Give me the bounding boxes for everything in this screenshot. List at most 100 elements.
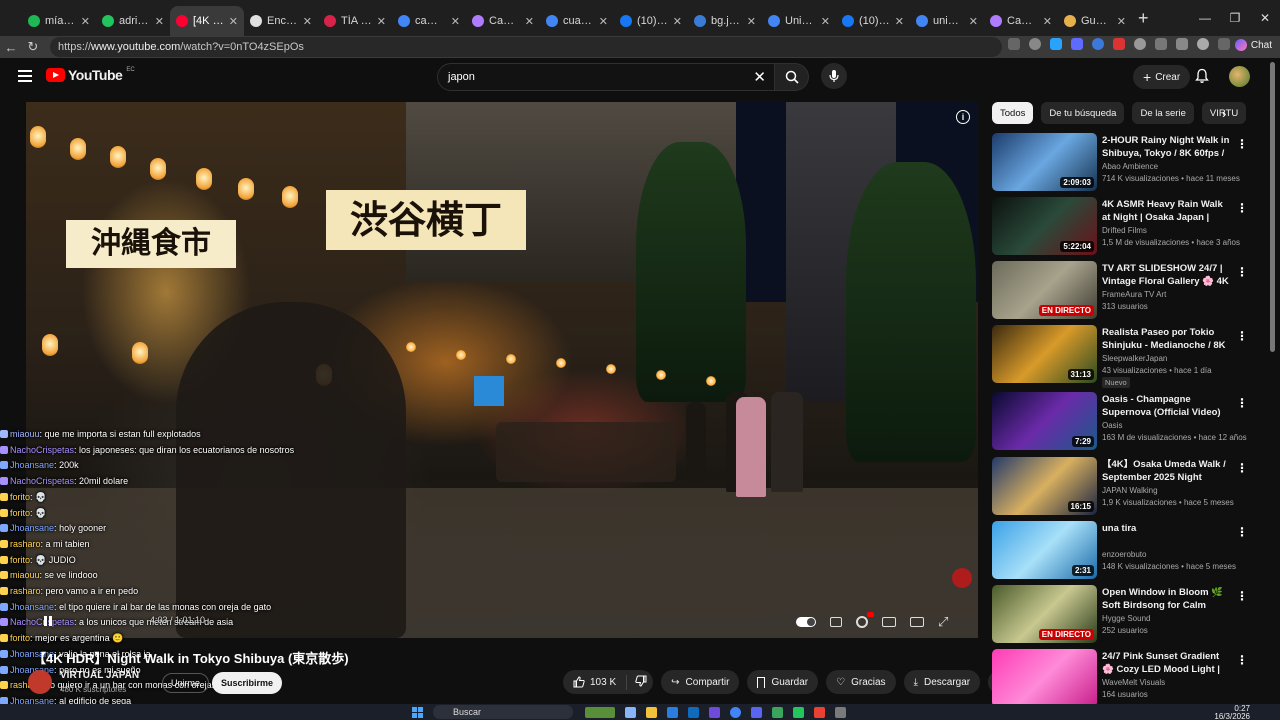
chat-username[interactable]: rasharo	[10, 539, 41, 549]
chat-button[interactable]: Chat	[1234, 39, 1272, 51]
video-thumbnail[interactable]: EN DIRECTO	[992, 585, 1097, 643]
recommended-channel[interactable]: enzoerobuto	[1102, 550, 1146, 559]
kebab-menu-icon[interactable]: ⋮	[1236, 265, 1248, 279]
tab-close-icon[interactable]: ✕	[895, 15, 904, 28]
browser-tab[interactable]: adrianmts ✕	[96, 6, 170, 36]
chat-username[interactable]: forito	[10, 633, 30, 643]
taskbar-clock[interactable]: 0:27 16/3/2026	[1214, 705, 1250, 720]
video-thumbnail[interactable]: 16:15	[992, 457, 1097, 515]
recommended-title[interactable]: Realista Paseo por Tokio Shinjuku - Medi…	[1102, 327, 1230, 352]
join-button[interactable]: Unirme	[162, 673, 210, 693]
browser-tab[interactable]: cambridge ✕	[392, 6, 466, 36]
tab-close-icon[interactable]: ✕	[303, 15, 312, 28]
recommended-title[interactable]: Open Window in Bloom 🌿 Soft Birdsong for…	[1102, 587, 1230, 612]
tab-close-icon[interactable]: ✕	[377, 15, 386, 28]
info-icon[interactable]: i	[956, 110, 970, 124]
recommended-channel[interactable]: Drifted Films	[1102, 226, 1147, 235]
tab-close-icon[interactable]: ✕	[821, 15, 830, 28]
avatar[interactable]	[1229, 66, 1250, 87]
taskbar-search[interactable]: Buscar	[433, 705, 573, 719]
cast-icon[interactable]	[910, 617, 924, 627]
recommended-channel[interactable]: JAPAN Walking	[1102, 486, 1158, 495]
recommended-video[interactable]: 24/7 Pink Sunset Gradient 🌸 Cozy LED Moo…	[992, 649, 1262, 709]
chat-username[interactable]: forito	[10, 508, 30, 518]
kebab-menu-icon[interactable]: ⋮	[1236, 589, 1248, 603]
recommended-video[interactable]: EN DIRECTO Open Window in Bloom 🌿 Soft Bi…	[992, 585, 1262, 645]
tab-close-icon[interactable]: ✕	[451, 15, 460, 28]
video-thumbnail[interactable]: 7:29	[992, 392, 1097, 450]
filter-chip[interactable]: De tu búsqueda	[1041, 102, 1125, 124]
widget-icon[interactable]	[585, 707, 615, 718]
chat-username[interactable]: NachoCrispetas	[10, 476, 74, 486]
new-tab-button[interactable]: +	[1138, 8, 1149, 29]
menu-icon[interactable]	[18, 70, 32, 82]
star-icon[interactable]	[1029, 38, 1041, 50]
chat-username[interactable]: forito	[10, 492, 30, 502]
chat-username[interactable]: rasharo	[10, 586, 41, 596]
extension-blue-icon[interactable]	[1050, 38, 1062, 50]
discord-icon[interactable]	[751, 707, 762, 718]
video-thumbnail[interactable]: EN DIRECTO	[992, 261, 1097, 319]
recommended-video[interactable]: EN DIRECTO TV ART SLIDESHOW 24/7 | Vintag…	[992, 261, 1262, 321]
channel-avatar[interactable]	[28, 670, 52, 694]
url-field[interactable]: https://www.youtube.com/watch?v=0nTO4zSE…	[50, 37, 1002, 57]
recommended-title[interactable]: 【4K】Osaka Umeda Walk / September 2025 Ni…	[1102, 459, 1230, 484]
miniplayer-icon[interactable]	[882, 617, 896, 627]
settings-icon[interactable]	[856, 612, 874, 628]
recommended-video[interactable]: 2:31 una tira enzoerobuto 148 K visualizaci…	[992, 521, 1262, 581]
puzzle-icon[interactable]	[1155, 38, 1167, 50]
kebab-menu-icon[interactable]: ⋮	[1236, 525, 1248, 539]
dislike-button[interactable]	[626, 674, 647, 690]
recommended-channel[interactable]: Abao Ambience	[1102, 162, 1158, 171]
browser-tab[interactable]: Universidad ✕	[762, 6, 836, 36]
like-button[interactable]: 103 K	[573, 676, 616, 688]
download-icon[interactable]	[1176, 38, 1188, 50]
recommended-video[interactable]: 2:09:03 2-HOUR Rainy Night Walk in Shibuy…	[992, 133, 1262, 193]
task-view-icon[interactable]	[625, 707, 636, 718]
recommended-channel[interactable]: FrameAura TV Art	[1102, 290, 1166, 299]
recommended-title[interactable]: 4K ASMR Heavy Rain Walk at Night | Osaka…	[1102, 199, 1230, 224]
recommended-title[interactable]: una tira	[1102, 523, 1230, 536]
search-input[interactable]: japon ✕	[437, 63, 775, 91]
recommended-video[interactable]: 5:22:04 4K ASMR Heavy Rain Walk at Night …	[992, 197, 1262, 257]
save-button[interactable]: Guardar	[747, 670, 819, 694]
tab-close-icon[interactable]: ✕	[673, 15, 682, 28]
app-icon[interactable]	[709, 707, 720, 718]
subscribe-button[interactable]: Suscribirme	[212, 672, 283, 694]
voice-search-button[interactable]	[821, 63, 847, 89]
chat-username[interactable]: miaouu	[10, 570, 40, 580]
recommended-channel[interactable]: Oasis	[1102, 421, 1122, 430]
store-icon[interactable]	[688, 707, 699, 718]
kebab-menu-icon[interactable]: ⋮	[1236, 461, 1248, 475]
recommended-title[interactable]: 24/7 Pink Sunset Gradient 🌸 Cozy LED Moo…	[1102, 651, 1230, 676]
tab-close-icon[interactable]: ✕	[229, 15, 238, 28]
media-icon[interactable]	[793, 707, 804, 718]
youtube-logo[interactable]: YouTube EC	[46, 67, 135, 83]
browser-tab[interactable]: TÍA - Al Dí ✕	[318, 6, 392, 36]
download-button[interactable]: ⤓ Descargar	[903, 670, 981, 694]
chat-username[interactable]: Jhoansane	[10, 460, 54, 470]
profile-icon[interactable]	[1197, 38, 1209, 50]
kebab-menu-icon[interactable]: ⋮	[1236, 329, 1248, 343]
chat-username[interactable]: forito	[10, 555, 30, 565]
recommended-video[interactable]: 16:15 【4K】Osaka Umeda Walk / September 20…	[992, 457, 1262, 517]
chat-username[interactable]: NachoCrispetas	[10, 617, 74, 627]
maximize-icon[interactable]: ❐	[1220, 0, 1250, 36]
chat-username[interactable]: NachoCrispetas	[10, 445, 74, 455]
recommended-title[interactable]: TV ART SLIDESHOW 24/7 | Vintage Floral G…	[1102, 263, 1230, 288]
video-thumbnail[interactable]: 31:13	[992, 325, 1097, 383]
browser-tab[interactable]: universidad ✕	[910, 6, 984, 36]
extension-circle-icon[interactable]	[1092, 38, 1104, 50]
chat-username[interactable]: miaouu	[10, 429, 40, 439]
browser-tab[interactable]: (10) Faceb ✕	[836, 6, 910, 36]
recommended-channel[interactable]: SleepwalkerJapan	[1102, 354, 1167, 363]
tab-close-icon[interactable]: ✕	[1117, 15, 1126, 28]
minimize-icon[interactable]: —	[1190, 0, 1220, 36]
spotify-icon[interactable]	[772, 707, 783, 718]
kebab-menu-icon[interactable]: ⋮	[1236, 396, 1248, 410]
browser-tab[interactable]: Guess The ✕	[1058, 6, 1132, 36]
filter-chip[interactable]: De la serie	[1132, 102, 1194, 124]
share-button[interactable]: ↪ Compartir	[661, 670, 740, 694]
kebab-menu-icon[interactable]: ⋮	[1236, 201, 1248, 215]
recommended-channel[interactable]: WaveMelt Visuals	[1102, 678, 1165, 687]
